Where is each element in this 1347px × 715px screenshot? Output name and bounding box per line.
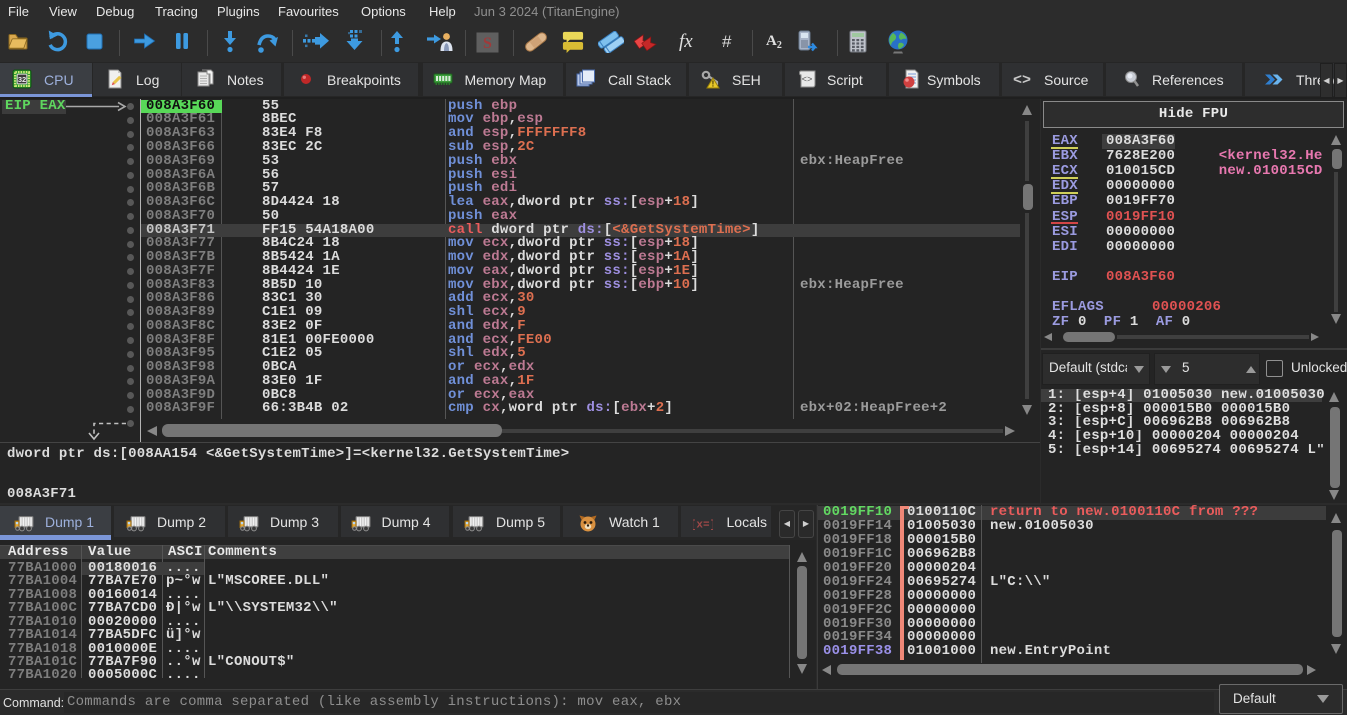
svg-text:[x=]: [x=] (693, 520, 713, 532)
svg-text:32: 32 (17, 75, 25, 84)
svg-text:<>: <> (802, 75, 813, 85)
svg-text:<>: <> (1013, 72, 1031, 89)
svg-text:!: ! (712, 80, 715, 89)
svg-text:S: S (483, 35, 492, 52)
